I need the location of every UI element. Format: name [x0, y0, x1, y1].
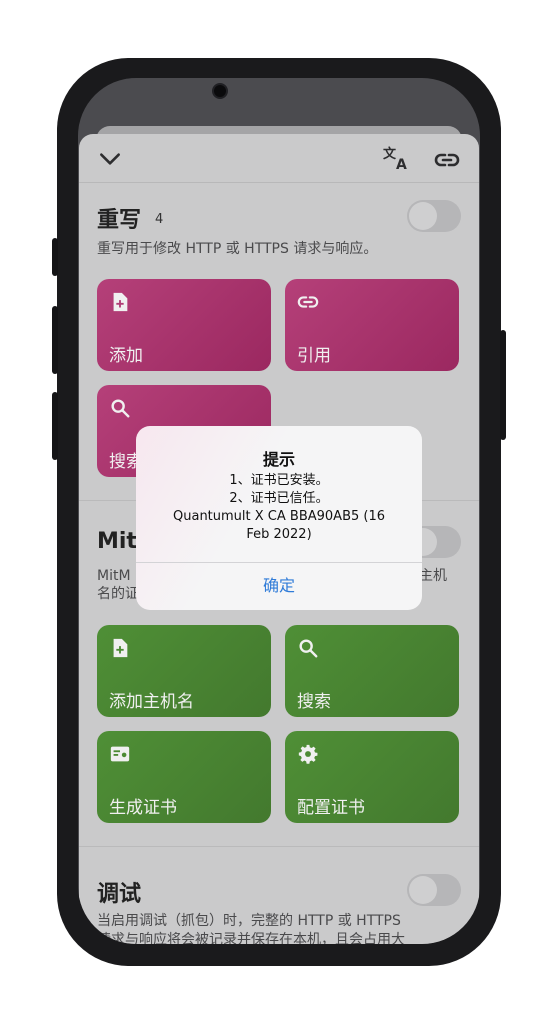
card-label: 引用	[297, 346, 331, 366]
mitm-description-line-2: 名的证	[97, 586, 139, 602]
mitm-title: Mit	[97, 529, 137, 554]
toggle-knob	[409, 202, 437, 230]
debug-description-line-2: 请求与响应将会被记录并保存在本机，且会占用大	[97, 932, 405, 944]
svg-text:A: A	[396, 157, 407, 172]
file-plus-icon	[113, 292, 128, 312]
alert-message-line-1: 1、证书已安装。	[229, 473, 329, 488]
debug-title: 调试	[97, 882, 142, 907]
debug-toggle[interactable]	[407, 874, 461, 906]
file-plus-icon	[113, 638, 128, 658]
certificate-icon	[110, 746, 130, 762]
rewrite-count: 4	[155, 212, 164, 227]
gear-icon	[298, 744, 318, 764]
section-divider	[79, 846, 479, 847]
debug-description-line-1: 当启用调试（抓包）时，完整的 HTTP 或 HTTPS	[97, 913, 401, 929]
search-icon	[299, 639, 318, 658]
card-label: 生成证书	[109, 798, 177, 818]
link-icon[interactable]	[433, 146, 461, 174]
card-label: 搜索	[297, 692, 331, 712]
sheet-toolbar: 文 A	[79, 134, 479, 183]
alert-message-line-3: Quantumult X CA BBA90AB5 (16	[173, 509, 385, 524]
mitm-add-hostname-button[interactable]: 添加主机名	[97, 625, 271, 717]
card-label: 添加主机名	[109, 692, 194, 712]
search-icon	[111, 399, 130, 418]
chevron-down-icon[interactable]	[97, 146, 123, 172]
volume-up-button	[52, 306, 58, 374]
rewrite-title: 重写	[97, 208, 142, 233]
mute-switch	[52, 238, 58, 276]
alert-confirm-button[interactable]: 确定	[136, 562, 422, 610]
rewrite-toggle[interactable]	[407, 200, 461, 232]
alert-message-line-2: 2、证书已信任。	[229, 491, 329, 506]
card-label: 添加	[109, 346, 143, 366]
link-icon	[297, 296, 319, 308]
mitm-search-button[interactable]: 搜索	[285, 625, 459, 717]
toggle-knob	[409, 876, 437, 904]
mitm-configure-certificate-button[interactable]: 配置证书	[285, 731, 459, 823]
translate-icon[interactable]: 文 A	[383, 144, 411, 172]
svg-text:文: 文	[383, 146, 397, 162]
volume-down-button	[52, 392, 58, 460]
mitm-description-line-1: MitM	[97, 568, 131, 584]
alert-title: 提示	[262, 450, 295, 469]
rewrite-add-button[interactable]: 添加	[97, 279, 271, 371]
front-camera	[212, 83, 228, 99]
card-label: 配置证书	[297, 798, 365, 818]
rewrite-description: 重写用于修改 HTTP 或 HTTPS 请求与响应。	[97, 241, 378, 257]
mitm-generate-certificate-button[interactable]: 生成证书	[97, 731, 271, 823]
mitm-description-tail: 主机	[419, 568, 447, 584]
alert-message-line-4: Feb 2022)	[246, 527, 312, 542]
power-button	[500, 330, 506, 440]
rewrite-reference-button[interactable]: 引用	[285, 279, 459, 371]
alert-dialog: 提示 1、证书已安装。 2、证书已信任。 Quantumult X CA BBA…	[136, 426, 422, 610]
